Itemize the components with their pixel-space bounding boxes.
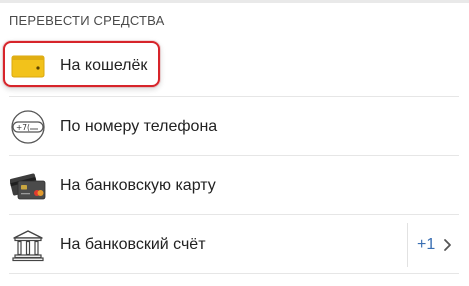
transfer-option-label: На банковский счёт: [60, 235, 206, 253]
transfer-option-wallet[interactable]: На кошелёк: [0, 38, 469, 97]
transfer-option-label: На банковскую карту: [60, 176, 216, 194]
accounts-count-area[interactable]: +1: [407, 222, 452, 267]
bank-cards-icon: [10, 168, 46, 204]
transfer-options-list: На кошелёк +7( По номеру телефона На бан…: [0, 38, 469, 274]
chevron-right-icon: [442, 238, 452, 252]
divider: [9, 273, 459, 274]
phone-number-icon: +7(: [10, 109, 46, 145]
transfer-option-bank-account[interactable]: На банковский счёт +1: [0, 215, 469, 274]
accounts-count: +1: [417, 235, 436, 253]
transfer-option-bank-card[interactable]: На банковскую карту: [0, 156, 469, 215]
transfer-option-label: На кошелёк: [60, 57, 148, 74]
svg-text:+7(: +7(: [16, 123, 30, 132]
transfer-option-phone[interactable]: +7( По номеру телефона: [0, 97, 469, 156]
transfer-option-label: По номеру телефона: [60, 117, 218, 135]
section-title: ПЕРЕВЕСТИ СРЕДСТВА: [9, 13, 165, 28]
bank-building-icon: [10, 227, 46, 263]
top-border: [0, 0, 469, 3]
wallet-icon: [10, 48, 46, 84]
